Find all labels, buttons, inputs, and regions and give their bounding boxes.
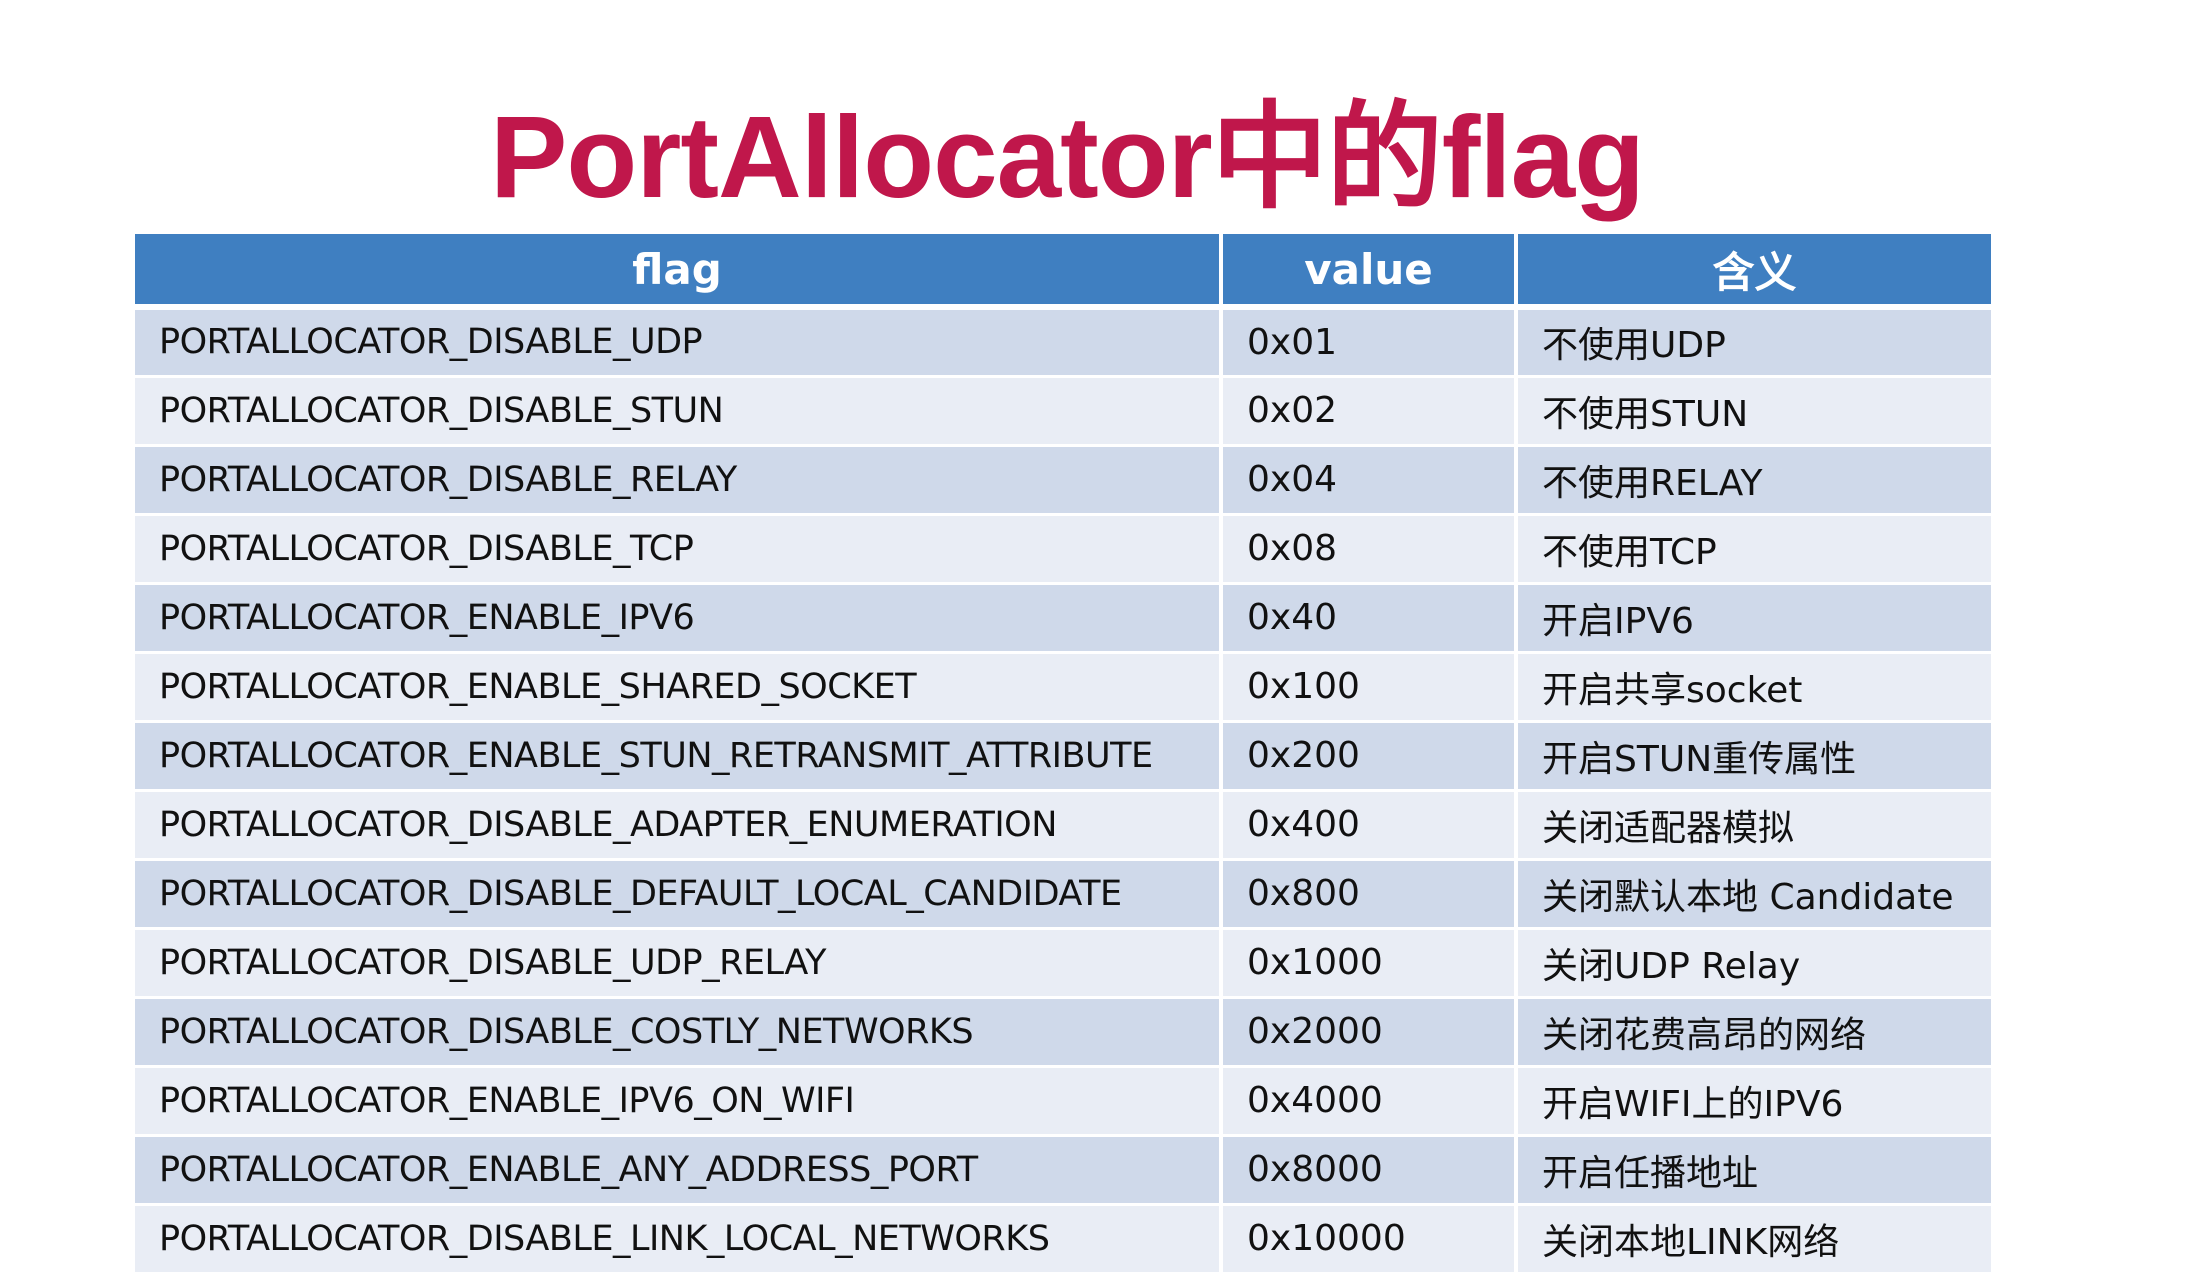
flag-cell: PORTALLOCATOR_DISABLE_TCP [135,514,1223,585]
flag-cell: PORTALLOCATOR_ENABLE_ANY_ADDRESS_PORT [135,1135,1223,1206]
table-row: PORTALLOCATOR_DISABLE_RELAY 0x04 不使用RELA… [135,445,1991,516]
table-row: PORTALLOCATOR_DISABLE_DEFAULT_LOCAL_CAND… [135,859,1991,930]
flag-cell: PORTALLOCATOR_DISABLE_UDP [135,307,1223,378]
flag-cell: PORTALLOCATOR_ENABLE_IPV6_ON_WIFI [135,1066,1223,1137]
table-row: PORTALLOCATOR_DISABLE_COSTLY_NETWORKS 0x… [135,997,1991,1068]
table-row: PORTALLOCATOR_ENABLE_ANY_ADDRESS_PORT 0x… [135,1135,1991,1206]
table-row: PORTALLOCATOR_DISABLE_LINK_LOCAL_NETWORK… [135,1204,1991,1275]
flag-table: flag value 含义 PORTALLOCATOR_DISABLE_UDP … [135,234,1991,1275]
value-cell: 0x400 [1221,790,1518,861]
table-row: PORTALLOCATOR_ENABLE_STUN_RETRANSMIT_ATT… [135,721,1991,792]
flag-cell: PORTALLOCATOR_DISABLE_DEFAULT_LOCAL_CAND… [135,859,1223,930]
value-cell: 0x4000 [1221,1066,1518,1137]
column-header-meaning: 含义 [1516,234,1991,310]
meaning-cell: 关闭UDP Relay [1516,928,1991,999]
value-cell: 0x08 [1221,514,1518,585]
flag-cell: PORTALLOCATOR_DISABLE_RELAY [135,445,1223,516]
flag-cell: PORTALLOCATOR_DISABLE_ADAPTER_ENUMERATIO… [135,790,1223,861]
column-header-value: value [1221,234,1518,310]
flag-cell: PORTALLOCATOR_DISABLE_STUN [135,376,1223,447]
value-cell: 0x01 [1221,307,1518,378]
table-row: PORTALLOCATOR_DISABLE_ADAPTER_ENUMERATIO… [135,790,1991,861]
meaning-cell: 关闭默认本地 Candidate [1516,859,1991,930]
table-row: PORTALLOCATOR_ENABLE_SHARED_SOCKET 0x100… [135,652,1991,723]
meaning-cell: 开启任播地址 [1516,1135,1991,1206]
table-row: PORTALLOCATOR_DISABLE_UDP_RELAY 0x1000 关… [135,928,1991,999]
meaning-cell: 开启IPV6 [1516,583,1991,654]
table-row: PORTALLOCATOR_ENABLE_IPV6 0x40 开启IPV6 [135,583,1991,654]
flag-cell: PORTALLOCATOR_ENABLE_SHARED_SOCKET [135,652,1223,723]
meaning-cell: 关闭花费高昂的网络 [1516,997,1991,1068]
value-cell: 0x40 [1221,583,1518,654]
table-row: PORTALLOCATOR_DISABLE_STUN 0x02 不使用STUN [135,376,1991,447]
value-cell: 0x1000 [1221,928,1518,999]
meaning-cell: 开启WIFI上的IPV6 [1516,1066,1991,1137]
value-cell: 0x10000 [1221,1204,1518,1275]
meaning-cell: 不使用STUN [1516,376,1991,447]
slide-title: PortAllocator中的flag [490,92,1645,222]
column-header-flag: flag [135,234,1223,310]
table-row: PORTALLOCATOR_DISABLE_TCP 0x08 不使用TCP [135,514,1991,585]
meaning-cell: 不使用TCP [1516,514,1991,585]
value-cell: 0x2000 [1221,997,1518,1068]
meaning-cell: 开启STUN重传属性 [1516,721,1991,792]
table-row: PORTALLOCATOR_ENABLE_IPV6_ON_WIFI 0x4000… [135,1066,1991,1137]
value-cell: 0x02 [1221,376,1518,447]
meaning-cell: 开启共享socket [1516,652,1991,723]
meaning-cell: 关闭适配器模拟 [1516,790,1991,861]
meaning-cell: 不使用RELAY [1516,445,1991,516]
value-cell: 0x100 [1221,652,1518,723]
table-header-row: flag value 含义 [135,234,1991,310]
flag-cell: PORTALLOCATOR_ENABLE_STUN_RETRANSMIT_ATT… [135,721,1223,792]
flag-cell: PORTALLOCATOR_DISABLE_UDP_RELAY [135,928,1223,999]
value-cell: 0x04 [1221,445,1518,516]
flag-cell: PORTALLOCATOR_ENABLE_IPV6 [135,583,1223,654]
value-cell: 0x200 [1221,721,1518,792]
table-row: PORTALLOCATOR_DISABLE_UDP 0x01 不使用UDP [135,307,1991,378]
meaning-cell: 不使用UDP [1516,307,1991,378]
value-cell: 0x800 [1221,859,1518,930]
meaning-cell: 关闭本地LINK网络 [1516,1204,1991,1275]
flag-cell: PORTALLOCATOR_DISABLE_LINK_LOCAL_NETWORK… [135,1204,1223,1275]
value-cell: 0x8000 [1221,1135,1518,1206]
flag-cell: PORTALLOCATOR_DISABLE_COSTLY_NETWORKS [135,997,1223,1068]
